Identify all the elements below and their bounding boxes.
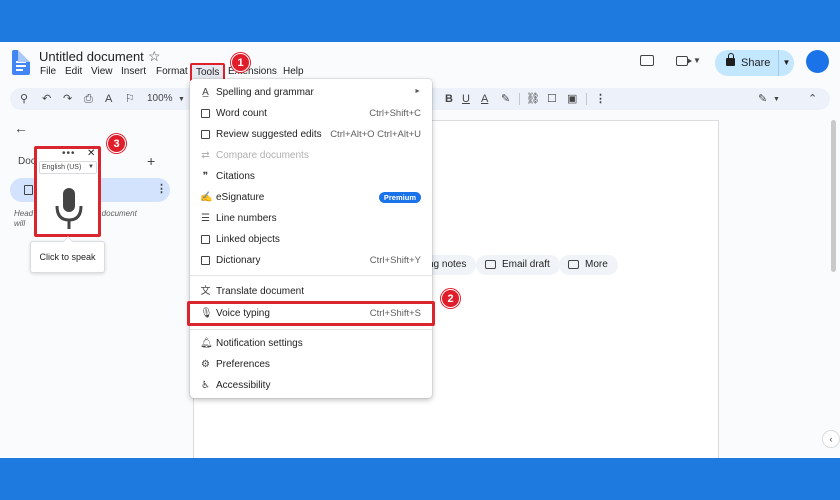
email-icon xyxy=(485,260,496,269)
bold-icon[interactable]: B xyxy=(445,92,453,106)
menu-view[interactable]: View xyxy=(91,66,113,77)
drag-handle-icon[interactable]: ••• xyxy=(62,148,76,159)
comment-history-icon[interactable] xyxy=(640,55,654,66)
annotation-badge-3: 3 xyxy=(107,134,126,153)
more-chip[interactable]: More xyxy=(559,255,618,275)
microphone-icon: 🎙︎ xyxy=(200,308,213,319)
menu-item-spelling[interactable]: A̲ Spelling and grammar ► xyxy=(190,84,432,102)
bell-icon: 🔔︎ xyxy=(200,338,213,349)
menu-item-citations[interactable]: ❞ Citations xyxy=(190,168,432,186)
menu-file[interactable]: File xyxy=(40,66,56,77)
preferences-icon: ⚙ xyxy=(201,359,210,370)
annotation-badge-1: 1 xyxy=(231,53,250,72)
vertical-scrollbar[interactable] xyxy=(831,120,836,272)
menu-divider xyxy=(190,329,432,330)
voice-typing-widget: ••• ✕ English (US) ▼ xyxy=(34,146,101,237)
language-select[interactable]: English (US) ▼ xyxy=(39,161,97,174)
menu-insert[interactable]: Insert xyxy=(121,66,146,77)
chevron-left-icon[interactable]: ‹ xyxy=(822,430,840,448)
language-label: English (US) xyxy=(42,164,82,171)
underline-icon[interactable]: U xyxy=(462,92,470,106)
email-draft-chip[interactable]: Email draft xyxy=(476,255,560,275)
accessibility-icon: ♿︎ xyxy=(201,380,210,391)
share-dropdown-button[interactable]: ▼ xyxy=(778,50,794,76)
add-comment-icon[interactable]: ☐ xyxy=(547,92,557,106)
annotation-badge-2: 2 xyxy=(441,289,460,308)
toolbar-divider xyxy=(519,93,520,105)
menu-format[interactable]: Format xyxy=(156,66,188,77)
print-icon[interactable]: ⎙ xyxy=(84,92,93,106)
insert-image-icon[interactable]: ▣ xyxy=(567,92,577,106)
submenu-arrow-icon: ► xyxy=(414,88,421,95)
add-tab-icon[interactable]: + xyxy=(147,153,155,169)
citations-icon: ❞ xyxy=(202,171,209,182)
editing-mode-icon[interactable]: ✎ xyxy=(758,92,767,106)
compare-icon: ⇄ xyxy=(201,150,210,161)
redo-icon[interactable]: ↷ xyxy=(63,92,72,106)
menu-edit[interactable]: Edit xyxy=(65,66,82,77)
more-options-icon[interactable]: ⋮ xyxy=(156,182,167,195)
menu-item-voice-typing[interactable]: 🎙︎ Voice typing Ctrl+Shift+S xyxy=(187,301,435,326)
menu-item-esignature[interactable]: ✍ eSignature Premium xyxy=(190,189,432,207)
lock-icon xyxy=(726,53,735,66)
more-templates-icon xyxy=(568,260,579,269)
chevron-down-icon[interactable]: ▼ xyxy=(178,93,185,107)
paint-format-icon[interactable]: ⚐ xyxy=(125,92,135,106)
highlight-icon[interactable]: ✎ xyxy=(501,92,510,106)
menu-item-word-count[interactable]: Word count Ctrl+Shift+C xyxy=(190,105,432,123)
chevron-down-icon: ▼ xyxy=(88,164,94,170)
word-count-icon xyxy=(200,108,211,119)
toolbar-divider xyxy=(586,93,587,105)
chevron-down-icon[interactable]: ▼ xyxy=(693,56,701,65)
linked-objects-icon xyxy=(200,234,211,245)
menu-item-compare: ⇄ Compare documents xyxy=(201,150,309,161)
search-menus-icon[interactable]: ⚲ xyxy=(20,92,28,106)
line-numbers-icon: ☰ xyxy=(201,213,210,224)
chevron-up-icon[interactable]: ⌃ xyxy=(808,92,817,106)
docs-window: Untitled document ☆ File Edit View Inser… xyxy=(0,42,840,458)
menu-item-accessibility[interactable]: ♿︎ Accessibility xyxy=(190,377,432,395)
zoom-select[interactable]: 100% xyxy=(147,92,173,106)
document-icon xyxy=(24,185,33,195)
menu-help[interactable]: Help xyxy=(283,66,304,77)
premium-badge: Premium xyxy=(378,192,421,203)
share-button[interactable]: Share xyxy=(715,50,778,76)
menu-item-notification-settings[interactable]: 🔔︎ Notification settings xyxy=(190,335,432,353)
document-title[interactable]: Untitled document xyxy=(39,49,144,64)
undo-icon[interactable]: ↶ xyxy=(42,92,51,106)
menu-item-review-edits[interactable]: Review suggested edits Ctrl+Alt+O Ctrl+A… xyxy=(190,126,432,144)
click-to-speak-tooltip: Click to speak xyxy=(30,236,105,273)
close-icon[interactable]: ✕ xyxy=(87,148,95,159)
star-icon[interactable]: ☆ xyxy=(148,48,161,65)
menu-item-dictionary[interactable]: Dictionary Ctrl+Shift+Y xyxy=(190,252,432,270)
link-icon[interactable]: ⛓ xyxy=(526,92,540,106)
translate-icon: 文 xyxy=(200,286,211,297)
meet-camera-icon[interactable] xyxy=(676,56,692,66)
avatar[interactable] xyxy=(806,50,829,73)
back-arrow-icon[interactable]: ← xyxy=(14,120,28,136)
menu-item-preferences[interactable]: ⚙ Preferences xyxy=(190,356,432,374)
spellcheck-icon[interactable]: A xyxy=(105,92,112,106)
docs-logo-icon[interactable] xyxy=(12,50,30,75)
menu-divider xyxy=(190,275,432,276)
more-icon[interactable]: ⋮ xyxy=(595,92,606,106)
spellcheck-icon: A̲ xyxy=(202,87,209,98)
review-edits-icon xyxy=(200,129,211,140)
chevron-down-icon[interactable]: ▼ xyxy=(773,93,780,107)
esignature-icon: ✍ xyxy=(200,192,213,203)
menu-item-line-numbers[interactable]: ☰ Line numbers xyxy=(190,210,432,228)
microphone-icon[interactable] xyxy=(54,187,84,231)
menu-item-linked-objects[interactable]: Linked objects xyxy=(190,231,432,249)
menu-item-translate[interactable]: 文 Translate document xyxy=(190,283,432,301)
share-label: Share xyxy=(741,57,771,69)
tools-menu: A̲ Spelling and grammar ► Word count Ctr… xyxy=(187,79,435,398)
dictionary-icon xyxy=(200,255,211,266)
text-color-icon[interactable]: A xyxy=(481,92,488,106)
